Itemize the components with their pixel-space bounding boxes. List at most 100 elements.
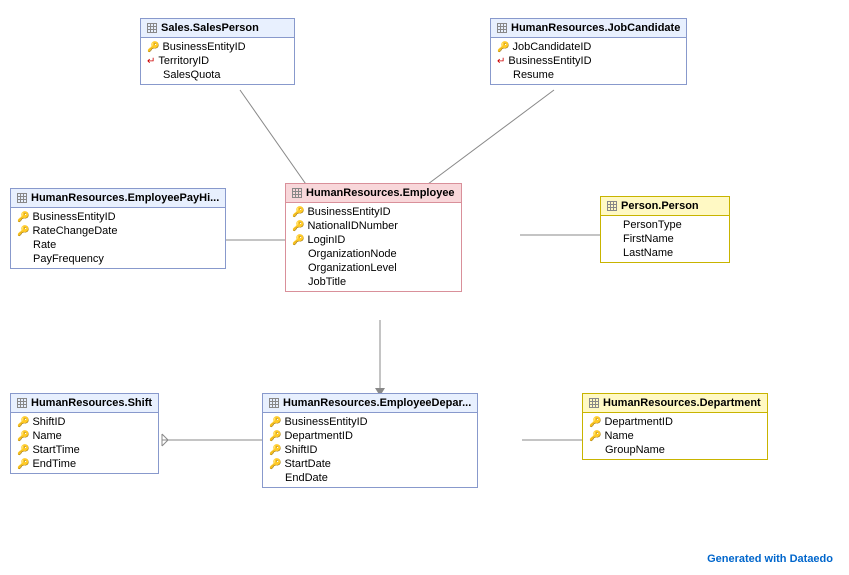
field-name: PayFrequency — [33, 253, 104, 265]
fk-icon: 🔑 — [292, 235, 304, 246]
pk-icon: 🔑 — [269, 417, 281, 428]
table-jobcandidate-header: HumanResources.JobCandidate — [491, 19, 686, 38]
grid-icon — [17, 398, 27, 408]
field-name: JobTitle — [308, 276, 346, 288]
field-name: BusinessEntityID — [307, 206, 390, 218]
table-employee-title: HumanResources.Employee — [306, 187, 455, 199]
field-name: FirstName — [623, 233, 674, 245]
field-name: EndDate — [285, 472, 328, 484]
table-employeedepart-title: HumanResources.EmployeeDepar... — [283, 397, 471, 409]
field-name: BusinessEntityID — [508, 55, 591, 67]
table-jobcandidate-title: HumanResources.JobCandidate — [511, 22, 680, 34]
table-personperson-title: Person.Person — [621, 200, 699, 212]
table-employeedepart-body: 🔑 BusinessEntityID 🔑 DepartmentID 🔑 Shif… — [263, 413, 477, 487]
field-name: DepartmentID — [604, 416, 672, 428]
footer-prefix: Generated with — [707, 553, 790, 565]
field-name: ShiftID — [32, 416, 65, 428]
table-row: 🔑 EndTime — [11, 457, 158, 471]
table-row: GroupName — [583, 443, 767, 457]
grid-icon — [269, 398, 279, 408]
table-salesperson: Sales.SalesPerson 🔑 BusinessEntityID ↵ T… — [140, 18, 295, 85]
grid-icon — [147, 23, 157, 33]
table-row: 🔑 JobCandidateID — [491, 40, 686, 54]
table-row: 🔑 StartDate — [263, 457, 477, 471]
pk-icon: 🔑 — [589, 417, 601, 428]
pk-icon: 🔑 — [497, 42, 509, 53]
field-name: TerritoryID — [158, 55, 209, 67]
pk-icon: 🔑 — [269, 431, 281, 442]
field-name: OrganizationLevel — [308, 262, 397, 274]
footer-brand: Dataedo — [790, 553, 833, 565]
table-department-body: 🔑 DepartmentID 🔑 Name GroupName — [583, 413, 767, 459]
field-name: NationalIDNumber — [307, 220, 397, 232]
field-name: PersonType — [623, 219, 682, 231]
field-name: SalesQuota — [163, 69, 220, 81]
table-row: 🔑 RateChangeDate — [11, 224, 225, 238]
table-employeedepart: HumanResources.EmployeeDepar... 🔑 Busine… — [262, 393, 478, 488]
pk-icon: 🔑 — [147, 42, 159, 53]
table-jobcandidate-body: 🔑 JobCandidateID ↵ BusinessEntityID Resu… — [491, 38, 686, 84]
table-personperson: Person.Person PersonType FirstName LastN… — [600, 196, 730, 263]
table-row: PersonType — [601, 218, 729, 232]
table-row: PayFrequency — [11, 252, 225, 266]
field-name: LoginID — [307, 234, 345, 246]
pk-icon: 🔑 — [17, 226, 29, 237]
pk-icon: 🔑 — [269, 445, 281, 456]
grid-icon — [607, 201, 617, 211]
field-name: StartDate — [284, 458, 330, 470]
table-row: OrganizationLevel — [286, 261, 461, 275]
field-name: BusinessEntityID — [32, 211, 115, 223]
table-employee-header: HumanResources.Employee — [286, 184, 461, 203]
fk-arrow-icon: ↵ — [147, 56, 155, 67]
field-name: GroupName — [605, 444, 665, 456]
table-row: 🔑 BusinessEntityID — [263, 415, 477, 429]
field-name: Name — [32, 430, 61, 442]
fk-arrow-icon: ↵ — [497, 56, 505, 67]
field-name: EndTime — [32, 458, 76, 470]
table-row: EndDate — [263, 471, 477, 485]
field-name: StartTime — [32, 444, 79, 456]
table-row: 🔑 Name — [11, 429, 158, 443]
pk-icon: 🔑 — [17, 459, 29, 470]
table-row: 🔑 ShiftID — [11, 415, 158, 429]
table-row: 🔑 DepartmentID — [583, 415, 767, 429]
table-department-header: HumanResources.Department — [583, 394, 767, 413]
table-department-title: HumanResources.Department — [603, 397, 761, 409]
table-row: SalesQuota — [141, 68, 294, 82]
grid-icon — [17, 193, 27, 203]
table-row: 🔑 Name — [583, 429, 767, 443]
table-employeedepart-header: HumanResources.EmployeeDepar... — [263, 394, 477, 413]
pk-icon: 🔑 — [17, 431, 29, 442]
table-shift-title: HumanResources.Shift — [31, 397, 152, 409]
table-shift-header: HumanResources.Shift — [11, 394, 158, 413]
field-name: RateChangeDate — [32, 225, 117, 237]
table-employee: HumanResources.Employee 🔑 BusinessEntity… — [285, 183, 462, 292]
field-name: Resume — [513, 69, 554, 81]
pk-icon: 🔑 — [269, 459, 281, 470]
field-name: DepartmentID — [284, 430, 352, 442]
table-employeepayhi-title: HumanResources.EmployeePayHi... — [31, 192, 219, 204]
pk-icon: 🔑 — [589, 431, 601, 442]
field-name: BusinessEntityID — [162, 41, 245, 53]
table-employeepayhi-header: HumanResources.EmployeePayHi... — [11, 189, 225, 208]
field-name: OrganizationNode — [308, 248, 397, 260]
table-employeepayhi-body: 🔑 BusinessEntityID 🔑 RateChangeDate Rate… — [11, 208, 225, 268]
table-employeepayhi: HumanResources.EmployeePayHi... 🔑 Busine… — [10, 188, 226, 269]
field-name: JobCandidateID — [512, 41, 591, 53]
pk-icon: 🔑 — [17, 212, 29, 223]
table-department: HumanResources.Department 🔑 DepartmentID… — [582, 393, 768, 460]
field-name: LastName — [623, 247, 673, 259]
grid-icon — [292, 188, 302, 198]
table-row: 🔑 BusinessEntityID — [11, 210, 225, 224]
table-row: LastName — [601, 246, 729, 260]
table-salesperson-body: 🔑 BusinessEntityID ↵ TerritoryID SalesQu… — [141, 38, 294, 84]
table-row: 🔑 BusinessEntityID — [141, 40, 294, 54]
table-row: 🔑 NationalIDNumber — [286, 219, 461, 233]
table-salesperson-title: Sales.SalesPerson — [161, 22, 259, 34]
field-name: ShiftID — [284, 444, 317, 456]
pk-icon: 🔑 — [292, 221, 304, 232]
table-row: JobTitle — [286, 275, 461, 289]
table-row: FirstName — [601, 232, 729, 246]
field-name: Name — [604, 430, 633, 442]
table-row: 🔑 DepartmentID — [263, 429, 477, 443]
